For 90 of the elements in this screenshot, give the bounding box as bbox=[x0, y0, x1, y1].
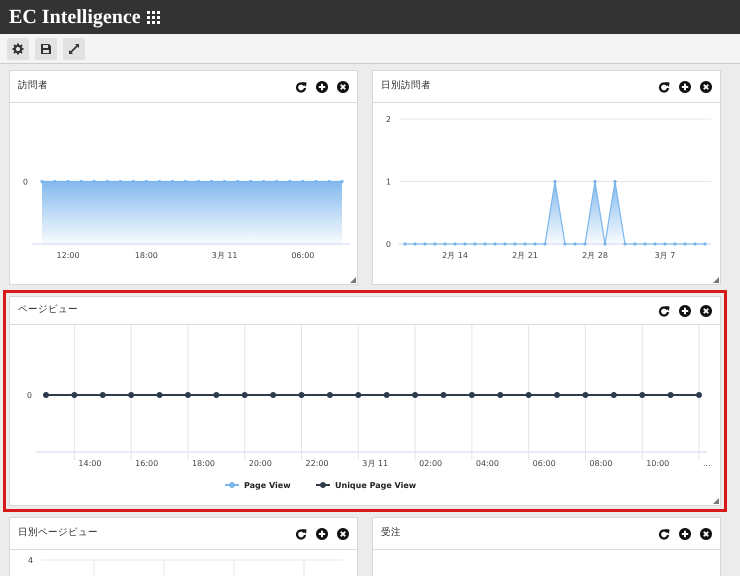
axis-label: 16:00 bbox=[135, 459, 158, 468]
data-point bbox=[593, 180, 597, 184]
data-point bbox=[653, 242, 657, 246]
app-title: EC Intelligence bbox=[9, 7, 141, 27]
add-icon[interactable] bbox=[679, 304, 691, 316]
axis-label: 06:00 bbox=[532, 459, 556, 468]
axis-label: 2月 14 bbox=[442, 251, 468, 260]
axis-label: 3月 7 bbox=[654, 251, 676, 260]
data-point bbox=[683, 242, 687, 246]
add-icon[interactable] bbox=[679, 528, 691, 540]
data-point bbox=[563, 242, 567, 246]
data-point bbox=[533, 242, 537, 246]
data-point bbox=[463, 242, 467, 246]
data-point bbox=[573, 242, 577, 246]
data-point bbox=[613, 180, 617, 184]
add-icon[interactable] bbox=[316, 528, 328, 540]
axis-label: 22:00 bbox=[306, 459, 329, 468]
resize-handle-icon[interactable] bbox=[350, 277, 356, 283]
data-point bbox=[443, 242, 447, 246]
add-icon[interactable] bbox=[316, 80, 328, 92]
axis-label: 4 bbox=[28, 556, 34, 565]
axis-label: ... bbox=[703, 459, 711, 468]
data-point bbox=[473, 242, 477, 246]
data-point bbox=[513, 242, 517, 246]
data-point bbox=[453, 242, 457, 246]
save-icon bbox=[40, 42, 52, 54]
save-button[interactable] bbox=[35, 38, 57, 60]
refresh-icon[interactable] bbox=[658, 304, 670, 316]
close-icon[interactable] bbox=[700, 304, 712, 316]
axis-label: 2 bbox=[386, 115, 391, 124]
data-point bbox=[423, 242, 427, 246]
data-point bbox=[543, 242, 547, 246]
panel-title: 訪問者 bbox=[18, 79, 48, 94]
axis-label: 3月 11 bbox=[212, 251, 238, 260]
refresh-icon[interactable] bbox=[658, 80, 670, 92]
refresh-icon[interactable] bbox=[658, 528, 670, 540]
axis-label: 02:00 bbox=[419, 459, 442, 468]
resize-handle-icon[interactable] bbox=[713, 498, 719, 504]
axis-label: 0 bbox=[386, 240, 391, 249]
data-point bbox=[603, 242, 607, 246]
panel-title: 日別ページビュー bbox=[18, 526, 98, 540]
data-point bbox=[623, 242, 627, 246]
panel-title: 日別訪問者 bbox=[381, 79, 431, 94]
close-icon[interactable] bbox=[700, 528, 712, 540]
add-icon[interactable] bbox=[679, 80, 691, 92]
settings-button[interactable] bbox=[7, 38, 29, 60]
data-point bbox=[413, 242, 417, 246]
close-icon[interactable] bbox=[700, 80, 712, 92]
data-point bbox=[433, 242, 437, 246]
panel-title: 受注 bbox=[381, 526, 401, 540]
close-icon[interactable] bbox=[337, 80, 349, 92]
data-point bbox=[663, 242, 667, 246]
axis-label: 12:00 bbox=[56, 251, 80, 260]
axis-label: 2月 21 bbox=[512, 251, 538, 260]
axis-label: 2月 28 bbox=[582, 251, 608, 260]
expand-icon bbox=[68, 42, 80, 54]
axis-label: 0 bbox=[26, 391, 32, 400]
legend-item[interactable]: Page View bbox=[225, 481, 291, 490]
data-point bbox=[703, 242, 707, 246]
resize-handle-icon[interactable] bbox=[713, 277, 719, 283]
axis-label: 08:00 bbox=[589, 459, 612, 468]
data-point bbox=[643, 242, 647, 246]
grid-icon[interactable] bbox=[146, 10, 160, 24]
data-point bbox=[483, 242, 487, 246]
legend-item[interactable]: Unique Page View bbox=[316, 481, 416, 490]
axis-label: 0 bbox=[22, 178, 28, 186]
panel-title: ページビュー bbox=[18, 303, 78, 318]
expand-button[interactable] bbox=[63, 38, 85, 60]
data-point bbox=[583, 242, 587, 246]
axis-label: 18:00 bbox=[192, 459, 216, 468]
data-point bbox=[523, 242, 527, 246]
data-point bbox=[493, 242, 497, 246]
close-icon[interactable] bbox=[337, 528, 349, 540]
data-point bbox=[673, 242, 677, 246]
axis-label: 20:00 bbox=[248, 459, 272, 468]
axis-label: 14:00 bbox=[78, 459, 102, 468]
axis-label: 3月 11 bbox=[362, 459, 388, 468]
axis-label: 04:00 bbox=[476, 459, 499, 468]
axis-label: 18:00 bbox=[134, 251, 158, 260]
axis-label: 1 bbox=[386, 178, 391, 186]
data-point bbox=[693, 242, 697, 246]
data-point bbox=[633, 242, 637, 246]
data-point bbox=[403, 242, 407, 246]
data-point bbox=[503, 242, 507, 246]
axis-label: 06:00 bbox=[291, 251, 314, 260]
settings-icon bbox=[12, 42, 24, 54]
axis-label: 10:00 bbox=[646, 459, 670, 468]
data-point bbox=[553, 180, 557, 184]
refresh-icon[interactable] bbox=[295, 80, 307, 92]
refresh-icon[interactable] bbox=[295, 528, 307, 540]
